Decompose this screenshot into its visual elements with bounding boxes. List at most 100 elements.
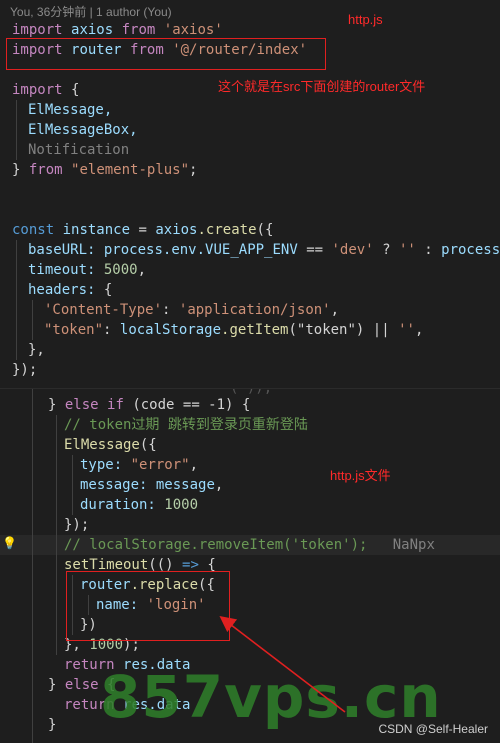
code-token: message [155,477,215,493]
code-token: process.e [441,242,500,258]
code-line: ElMessage, [28,102,113,118]
code-token: from [121,22,156,38]
code-token: .env. [162,242,206,258]
code-token: type: [80,457,123,473]
code-token: ? [382,242,391,258]
inline-hint: NaNpx [392,537,435,553]
code-token: , [330,302,340,318]
code-token: , [189,457,199,473]
code-line: ElMessage({ [64,435,157,455]
code-token: 'dev' [331,242,374,258]
code-token: || [372,322,390,338]
code-line: } else if (code == -1) { [48,395,250,415]
code-token: baseURL: [28,242,96,258]
code-token: ("token") [288,322,365,338]
code-line: // localStorage.removeItem('token'); NaN… [64,535,435,555]
credit-text: CSDN @Self-Healer [378,722,488,736]
indent-guide [32,389,33,743]
code-token: else if [64,397,124,413]
code-token: : [424,242,433,258]
code-token: = [138,222,147,238]
code-token: } [12,162,21,178]
code-token: ElMessage [64,437,140,453]
code-token: ; [189,162,198,178]
code-editor-http-js: You, 36分钟前 | 1 author (You) import axios… [0,0,500,388]
indent-guide [32,300,33,340]
annotation-http-js: http.js [348,12,383,27]
code-token: message: [80,477,148,493]
code-token: else [64,677,99,693]
highlight-box-router-replace [66,571,230,641]
code-token: axios [155,222,198,238]
code-token: , [214,477,224,493]
git-blame-info[interactable]: You, 36分钟前 | 1 author (You) [10,3,172,20]
lightbulb-icon[interactable]: 💡 [2,536,17,550]
code-line: timeout: 5000, [28,260,146,280]
code-line: import { [12,80,79,100]
code-token: localStorage [119,322,222,338]
annotation-router-note: 这个就是在src下面创建的router文件 [218,79,426,94]
code-token: timeout: [28,262,96,278]
watermark-text: 857vps.cn [100,663,442,731]
indent-guide [16,100,17,160]
highlight-box-router-import [6,38,326,70]
code-line: headers: { [28,280,112,300]
code-token: const [12,222,55,238]
code-line: type: "error", [80,455,198,475]
code-token: process [103,242,163,258]
code-token: axios [71,22,114,38]
code-line: Notification [28,142,130,158]
code-token: import [12,22,63,38]
code-token: (code == -1) { [132,397,251,413]
code-token: "token" [44,322,104,338]
code-token: : [162,302,171,318]
code-line: baseURL: process.env.VUE_APP_ENV == 'dev… [28,240,500,260]
code-line: }, [28,342,45,358]
code-line: 'Content-Type': 'application/json', [44,300,339,320]
code-line: duration: 1000 [80,495,198,515]
code-token: VUE_APP_ENV [205,242,298,258]
code-token: , [137,262,147,278]
code-token: 1000 [164,497,199,513]
code-line: ElMessageBox, [28,122,138,138]
code-token: 5000 [103,262,138,278]
code-line: message: message, [80,475,223,495]
code-token: '' [398,322,415,338]
code-token: .create [197,222,257,238]
code-token: { [103,282,113,298]
code-line: const instance = axios.create({ [12,220,273,240]
code-line: } from "element-plus"; [12,160,197,180]
code-token: , [414,322,424,338]
code-token: } [48,397,57,413]
code-token: .getItem [221,322,289,338]
code-token: '' [398,242,416,258]
indent-guide [56,415,57,655]
code-token: import [12,82,63,98]
code-token: ({ [256,222,274,238]
annotation-http-js-file: http.js文件 [330,468,391,483]
code-token: duration: [80,497,156,513]
code-comment: // localStorage.removeItem('token'); [64,537,368,553]
code-token: ({ [139,437,157,453]
code-line: } [48,717,57,733]
code-token: from [28,162,63,178]
code-token: headers: [28,282,96,298]
code-line: }); [12,362,38,378]
code-comment: // token过期 跳转到登录页重新登陆 [64,417,308,433]
code-line: "token": localStorage.getItem("token") |… [44,320,423,340]
indent-guide [16,240,17,360]
code-token: instance [62,222,131,238]
code-token: "element-plus" [71,162,190,178]
code-token: 'axios' [163,22,223,38]
code-line: import axios from 'axios' [12,20,223,40]
code-token: } [48,677,57,693]
indent-guide [72,455,73,515]
code-line: }); [64,517,90,533]
code-editor-http-js-snippet: ( )); } else if (code == -1) { // token过… [0,388,500,743]
code-token: == [306,242,324,258]
code-token: 'application/json' [178,302,331,318]
code-token: : [103,322,112,338]
code-token: { [71,82,80,98]
code-token: "error" [130,457,190,473]
code-token: 'Content-Type' [44,302,163,318]
